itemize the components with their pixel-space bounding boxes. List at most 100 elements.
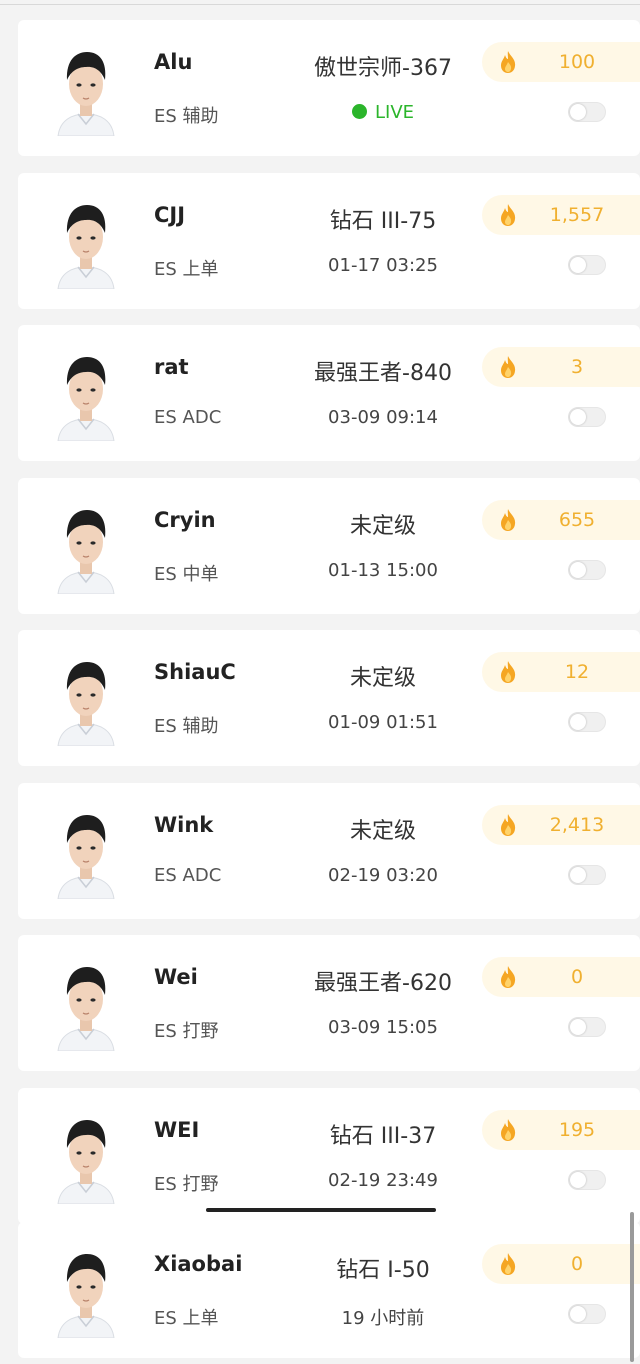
player-rank: 钻石 I-50 xyxy=(336,1258,430,1283)
toggle-knob xyxy=(570,409,586,425)
player-role: ES 中单 xyxy=(154,564,219,585)
heat-badge: 100 xyxy=(482,42,640,82)
player-card[interactable]: Alu ES 辅助 傲世宗师-367 LIVE 100 xyxy=(18,20,640,156)
toggle-knob xyxy=(570,1172,586,1188)
live-label: LIVE xyxy=(374,102,415,123)
toggle-knob xyxy=(570,257,586,273)
flame-icon xyxy=(498,813,518,837)
toggle-knob xyxy=(570,1306,586,1322)
flame-icon xyxy=(498,965,518,989)
avatar xyxy=(54,650,118,746)
toggle-knob xyxy=(570,1019,586,1035)
heat-count: 100 xyxy=(558,51,596,73)
heat-badge: 3 xyxy=(482,347,640,387)
player-name: Xiaobai xyxy=(154,1252,243,1276)
heat-badge: 1,557 xyxy=(482,195,640,235)
player-role: ES ADC xyxy=(154,407,222,428)
player-name: Wink xyxy=(154,813,214,837)
home-indicator[interactable] xyxy=(206,1208,436,1212)
toggle-knob xyxy=(570,562,586,578)
flame-icon xyxy=(498,50,518,74)
player-card[interactable]: Cryin ES 中单 未定级 01-13 15:00 655 xyxy=(18,478,640,614)
heat-count: 655 xyxy=(558,509,596,531)
avatar xyxy=(54,345,118,441)
player-rank: 最强王者-840 xyxy=(314,361,452,386)
heat-count: 2,413 xyxy=(549,814,605,836)
avatar xyxy=(54,193,118,289)
avatar xyxy=(54,803,118,899)
player-role: ES 打野 xyxy=(154,1021,219,1042)
follow-toggle[interactable] xyxy=(568,1304,606,1324)
heat-badge: 0 xyxy=(482,957,640,997)
last-online-time: 02-19 23:49 xyxy=(328,1170,438,1191)
flame-icon xyxy=(498,1118,518,1142)
follow-toggle[interactable] xyxy=(568,1170,606,1190)
heat-badge: 2,413 xyxy=(482,805,640,845)
heat-count: 0 xyxy=(570,966,584,988)
follow-toggle[interactable] xyxy=(568,865,606,885)
player-card[interactable]: Wei ES 打野 最强王者-620 03-09 15:05 0 xyxy=(18,935,640,1071)
last-online-time: 19 小时前 xyxy=(341,1308,425,1329)
avatar xyxy=(54,498,118,594)
player-card[interactable]: ShiauC ES 辅助 未定级 01-09 01:51 12 xyxy=(18,630,640,766)
player-rank: 傲世宗师-367 xyxy=(314,56,452,81)
follow-toggle[interactable] xyxy=(568,407,606,427)
top-divider xyxy=(0,4,640,5)
last-online-time: 01-09 01:51 xyxy=(328,712,438,733)
player-card[interactable]: CJJ ES 上单 钻石 III-75 01-17 03:25 1,557 xyxy=(18,173,640,309)
toggle-knob xyxy=(570,714,586,730)
player-rank: 未定级 xyxy=(349,819,416,844)
player-rank: 未定级 xyxy=(349,666,416,691)
player-role: ES ADC xyxy=(154,865,222,886)
heat-count: 1,557 xyxy=(549,204,605,226)
player-role: ES 辅助 xyxy=(154,106,219,127)
last-online-time: 01-13 15:00 xyxy=(328,560,438,581)
player-role: ES 辅助 xyxy=(154,716,219,737)
live-status: LIVE xyxy=(288,102,478,123)
heat-count: 12 xyxy=(564,661,590,683)
last-online-time: 02-19 03:20 xyxy=(328,865,438,886)
player-card[interactable]: Xiaobai ES 上单 钻石 I-50 19 小时前 0 xyxy=(18,1222,640,1358)
flame-icon xyxy=(498,355,518,379)
heat-badge: 0 xyxy=(482,1244,640,1284)
flame-icon xyxy=(498,508,518,532)
player-card[interactable]: rat ES ADC 最强王者-840 03-09 09:14 3 xyxy=(18,325,640,461)
player-rank: 钻石 III-37 xyxy=(329,1124,437,1149)
follow-toggle[interactable] xyxy=(568,560,606,580)
heat-count: 195 xyxy=(558,1119,596,1141)
last-online-time: 03-09 09:14 xyxy=(328,407,438,428)
heat-count: 3 xyxy=(570,356,584,378)
flame-icon xyxy=(498,660,518,684)
player-name: Cryin xyxy=(154,508,216,532)
follow-toggle[interactable] xyxy=(568,1017,606,1037)
player-name: Alu xyxy=(154,50,193,74)
heat-badge: 655 xyxy=(482,500,640,540)
player-name: WEI xyxy=(154,1118,200,1142)
player-name: CJJ xyxy=(154,203,186,227)
avatar xyxy=(54,955,118,1051)
player-card[interactable]: Wink ES ADC 未定级 02-19 03:20 2,413 xyxy=(18,783,640,919)
follow-toggle[interactable] xyxy=(568,712,606,732)
player-role: ES 上单 xyxy=(154,259,219,280)
follow-toggle[interactable] xyxy=(568,102,606,122)
flame-icon xyxy=(498,203,518,227)
avatar xyxy=(54,40,118,136)
heat-badge: 195 xyxy=(482,1110,640,1150)
player-name: Wei xyxy=(154,965,198,989)
player-rank: 最强王者-620 xyxy=(314,971,452,996)
player-name: ShiauC xyxy=(154,660,236,684)
last-online-time: 03-09 15:05 xyxy=(328,1017,438,1038)
toggle-knob xyxy=(570,104,586,120)
heat-count: 0 xyxy=(570,1253,584,1275)
player-role: ES 打野 xyxy=(154,1174,219,1195)
player-card[interactable]: WEI ES 打野 钻石 III-37 02-19 23:49 195 xyxy=(18,1088,640,1224)
avatar xyxy=(54,1242,118,1338)
follow-toggle[interactable] xyxy=(568,255,606,275)
player-rank: 未定级 xyxy=(349,514,416,539)
player-name: rat xyxy=(154,355,189,379)
scrollbar[interactable] xyxy=(630,1212,634,1362)
live-dot-icon xyxy=(351,104,367,119)
last-online-time: 01-17 03:25 xyxy=(328,255,438,276)
toggle-knob xyxy=(570,867,586,883)
avatar xyxy=(54,1108,118,1204)
